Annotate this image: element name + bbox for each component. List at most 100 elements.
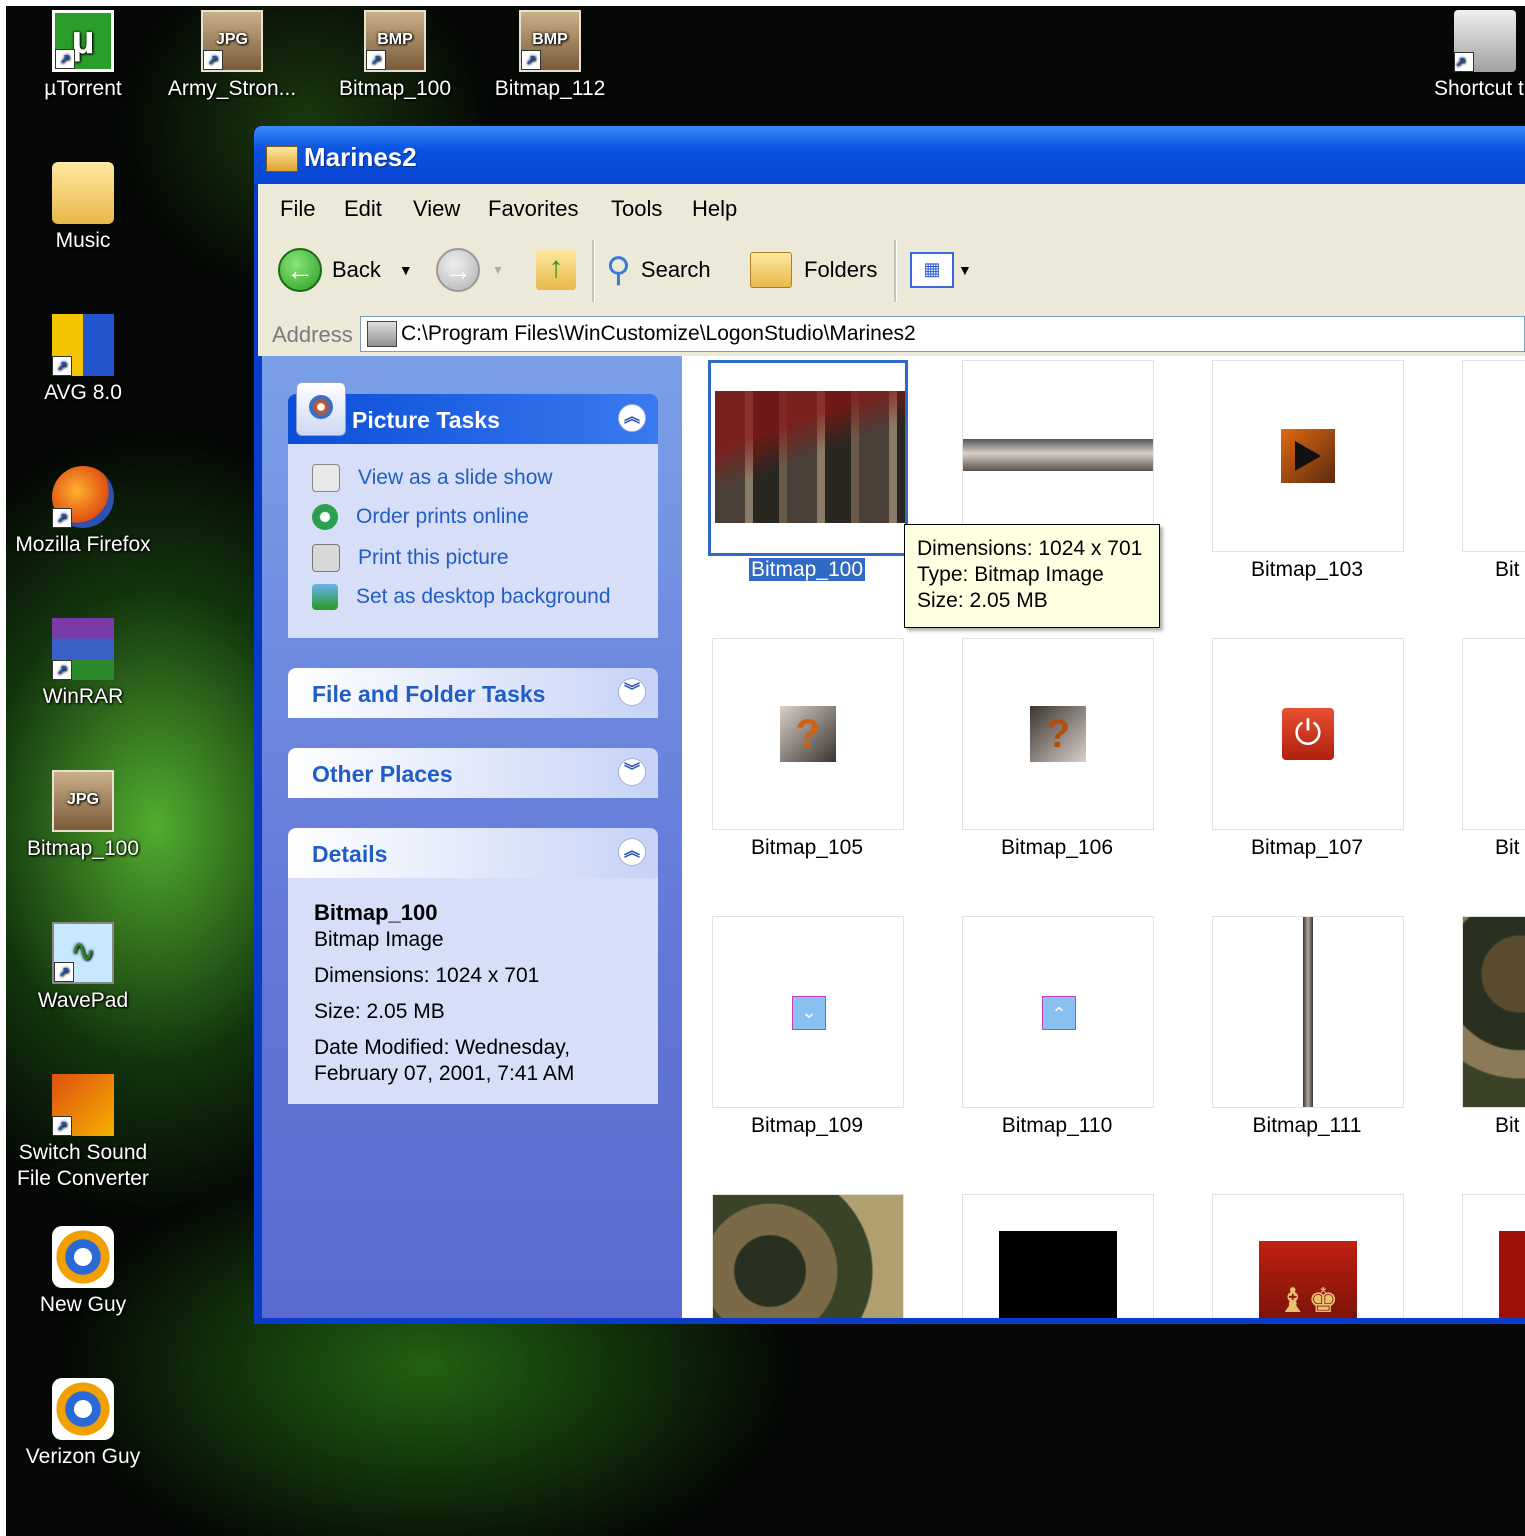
thumbnail-label[interactable]: Bitmap_106 — [932, 836, 1182, 860]
desktop-icon-music[interactable]: Music — [7, 162, 159, 254]
task-order-prints[interactable]: Order prints online — [312, 504, 529, 530]
address-field[interactable]: C:\Program Files\WinCustomize\LogonStudi… — [360, 316, 1525, 352]
menu-file[interactable]: File — [280, 196, 315, 222]
desktop-icon-new-guy[interactable]: New Guy — [7, 1226, 159, 1318]
explorer-window: Marines2 File Edit View Favorites Tools … — [254, 126, 1525, 1324]
desktop-background-icon — [312, 584, 338, 610]
task-set-desktop-bg[interactable]: Set as desktop background — [312, 584, 611, 610]
panel-title: Other Places — [312, 761, 453, 787]
printer-icon — [312, 544, 340, 572]
search-button[interactable]: ⚲ Search — [606, 248, 711, 292]
thumbnail-label[interactable]: Bitmap_107 — [1182, 836, 1432, 860]
thumbnail-label[interactable]: Bit — [1495, 558, 1525, 582]
toolbar: ← Back ▼ → ▼ ↑ ⚲ Search Folders ▦ ▼ — [258, 230, 1525, 313]
forward-button[interactable]: → ▼ — [436, 248, 504, 292]
desktop-icon-label: Army_Stron... — [167, 77, 297, 100]
utorrent-icon: µ ↗ — [52, 10, 114, 72]
picture-tasks-header[interactable]: Picture Tasks ︽ — [288, 382, 658, 444]
detail-dimensions: Dimensions: 1024 x 701 — [314, 964, 540, 987]
desktop-icon-label: WavePad — [37, 989, 129, 1012]
thumbnail-bitmap-107[interactable]: ⏻ — [1212, 638, 1404, 830]
task-slideshow[interactable]: View as a slide show — [312, 464, 553, 492]
thumbnail-label[interactable]: Bitmap_109 — [682, 1114, 932, 1138]
globe-icon — [312, 504, 338, 530]
menu-edit[interactable]: Edit — [344, 196, 382, 222]
thumbnail-bitmap-100[interactable] — [708, 360, 908, 556]
thumbnail-label[interactable]: Bitmap_110 — [932, 1114, 1182, 1138]
forward-arrow-icon: → — [436, 248, 480, 292]
thumbnail-chess[interactable]: ♝♚ — [1212, 1194, 1404, 1318]
menu-favorites[interactable]: Favorites — [488, 196, 578, 222]
details-header[interactable]: Details ︽ — [288, 828, 658, 878]
collapse-chevron-icon[interactable]: ︽ — [618, 404, 646, 432]
thumbnail-camo[interactable] — [712, 1194, 904, 1318]
desktop-icon-shortcut-logonstudio[interactable]: ↗ Shortcut t — [1416, 10, 1525, 102]
menu-tools[interactable]: Tools — [611, 196, 662, 222]
jpg-file-icon: JPG — [52, 770, 114, 832]
jpg-file-icon: JPG ↗ — [201, 10, 263, 72]
desktop-icon-utorrent[interactable]: µ ↗ µTorrent — [7, 10, 159, 102]
back-label: Back — [332, 257, 381, 282]
music-folder-icon — [52, 162, 114, 224]
file-type-badge: BMP — [532, 31, 568, 48]
avg-icon: ↗ — [52, 314, 114, 376]
views-button[interactable]: ▦ ▼ — [910, 248, 972, 292]
thumbnail-black[interactable] — [962, 1194, 1154, 1318]
folder-window-icon — [266, 146, 298, 172]
file-folder-tasks-header[interactable]: File and Folder Tasks ︾ — [288, 668, 658, 718]
expand-chevron-icon[interactable]: ︾ — [618, 758, 646, 786]
desktop-icon-bitmap-112[interactable]: BMP ↗ Bitmap_112 — [474, 10, 626, 102]
menu-help[interactable]: Help — [692, 196, 737, 222]
thumbnail-partial-1[interactable] — [1462, 360, 1525, 552]
panel-title: Picture Tasks — [352, 407, 500, 433]
desktop-icon-avg[interactable]: ↗ AVG 8.0 — [7, 314, 159, 406]
views-icon: ▦ — [910, 252, 954, 288]
desktop-icon-switch[interactable]: ↗ Switch Sound File Converter — [7, 1074, 159, 1192]
thumbnail-label[interactable]: Bit — [1495, 1114, 1525, 1138]
desktop-icon-label: New Guy — [39, 1293, 127, 1316]
thumbnail-bitmap-103[interactable] — [1212, 360, 1404, 552]
thumbnail-bitmap-106[interactable]: ? — [962, 638, 1154, 830]
thumbnail-bitmap-111[interactable] — [1212, 916, 1404, 1108]
desktop-icon-bitmap-100[interactable]: JPG Bitmap_100 — [7, 770, 159, 862]
chevron-down-icon: ⌄ — [792, 996, 826, 1030]
thumbnail-label[interactable]: Bit — [1495, 836, 1525, 860]
desktop-icon-firefox[interactable]: ↗ Mozilla Firefox — [7, 466, 159, 558]
shortcut-folder-icon: ↗ — [1454, 10, 1516, 72]
other-places-header[interactable]: Other Places ︾ — [288, 748, 658, 798]
task-print[interactable]: Print this picture — [312, 544, 509, 572]
back-button[interactable]: ← Back ▼ — [278, 248, 413, 292]
thumbnail-bitmap-110[interactable]: ⌃ — [962, 916, 1154, 1108]
thumbnail-camo-partial[interactable] — [1462, 916, 1525, 1108]
desktop-icon-winrar[interactable]: ↗ WinRAR — [7, 618, 159, 710]
desktop-icon-army-stron[interactable]: JPG ↗ Army_Stron... — [156, 10, 308, 102]
address-label: Address — [272, 322, 353, 347]
collapse-chevron-icon[interactable]: ︽ — [618, 838, 646, 866]
thumbnail-label[interactable]: Bitmap_100 — [682, 558, 932, 582]
thumbnail-red-partial[interactable] — [1462, 1194, 1525, 1318]
desktop-icon-verizon-guy[interactable]: Verizon Guy — [7, 1378, 159, 1470]
thumbnail-label[interactable]: Bitmap_103 — [1182, 558, 1432, 582]
thumbnail-label[interactable]: Bitmap_111 — [1182, 1114, 1432, 1138]
chess-icon: ♝♚ — [1259, 1241, 1357, 1318]
thumbnail-label[interactable]: Bitmap_105 — [682, 836, 932, 860]
folders-button[interactable]: Folders — [750, 248, 877, 292]
dropdown-arrow-icon[interactable]: ▼ — [399, 262, 413, 278]
menu-view[interactable]: View — [413, 196, 460, 222]
desktop-icon-label: µTorrent — [44, 77, 122, 100]
slideshow-icon — [312, 464, 340, 492]
desktop-icon-label: Bitmap_100 — [338, 77, 452, 100]
desktop-icon-bitmap-100-top[interactable]: BMP ↗ Bitmap_100 — [319, 10, 471, 102]
title-bar[interactable]: Marines2 — [254, 126, 1525, 184]
desktop-icon-wavepad[interactable]: ∿ ↗ WavePad — [7, 922, 159, 1014]
desktop-icon-label: WinRAR — [42, 685, 124, 708]
thumbnail-partial-2[interactable] — [1462, 638, 1525, 830]
expand-chevron-icon[interactable]: ︾ — [618, 678, 646, 706]
bmp-file-icon: BMP ↗ — [364, 10, 426, 72]
thumbnail-bitmap-109[interactable]: ⌄ — [712, 916, 904, 1108]
up-folder-button[interactable]: ↑ — [536, 248, 576, 292]
thumbnail-bitmap-105[interactable]: ? — [712, 638, 904, 830]
folder-icon — [367, 321, 397, 347]
file-type-badge: JPG — [215, 31, 248, 48]
desktop-icon-label: Bitmap_112 — [494, 77, 606, 100]
